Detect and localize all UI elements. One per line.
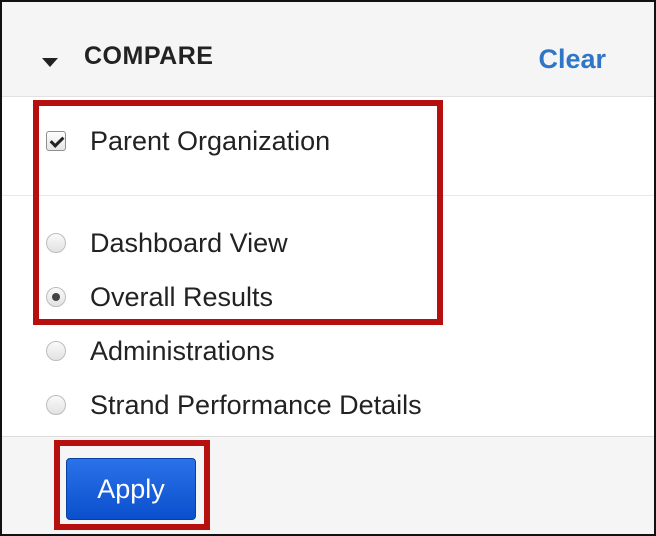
dashboard-view-option[interactable]: Dashboard View — [46, 223, 288, 263]
dashboard-view-radio[interactable] — [46, 233, 66, 253]
strand-performance-details-radio[interactable] — [46, 395, 66, 415]
overall-results-radio[interactable] — [46, 287, 66, 307]
clear-link[interactable]: Clear — [538, 44, 606, 75]
overall-results-option[interactable]: Overall Results — [46, 277, 273, 317]
parent-organization-option[interactable]: Parent Organization — [46, 121, 330, 161]
options-divider — [2, 195, 654, 196]
parent-organization-label: Parent Organization — [90, 125, 331, 156]
overall-results-label: Overall Results — [90, 281, 274, 312]
compare-title: COMPARE — [84, 42, 214, 70]
caret-down-icon[interactable] — [42, 58, 58, 67]
dashboard-view-label: Dashboard View — [90, 227, 288, 258]
compare-panel: COMPARE Clear Parent Organization Dashbo… — [0, 0, 656, 536]
parent-organization-checkbox[interactable] — [46, 131, 66, 151]
administrations-label: Administrations — [90, 335, 275, 366]
strand-performance-details-label: Strand Performance Details — [90, 389, 422, 420]
administrations-option[interactable]: Administrations — [46, 331, 275, 371]
compare-header[interactable]: COMPARE Clear — [2, 2, 654, 97]
administrations-radio[interactable] — [46, 341, 66, 361]
apply-button[interactable]: Apply — [66, 458, 196, 520]
strand-performance-details-option[interactable]: Strand Performance Details — [46, 385, 422, 425]
